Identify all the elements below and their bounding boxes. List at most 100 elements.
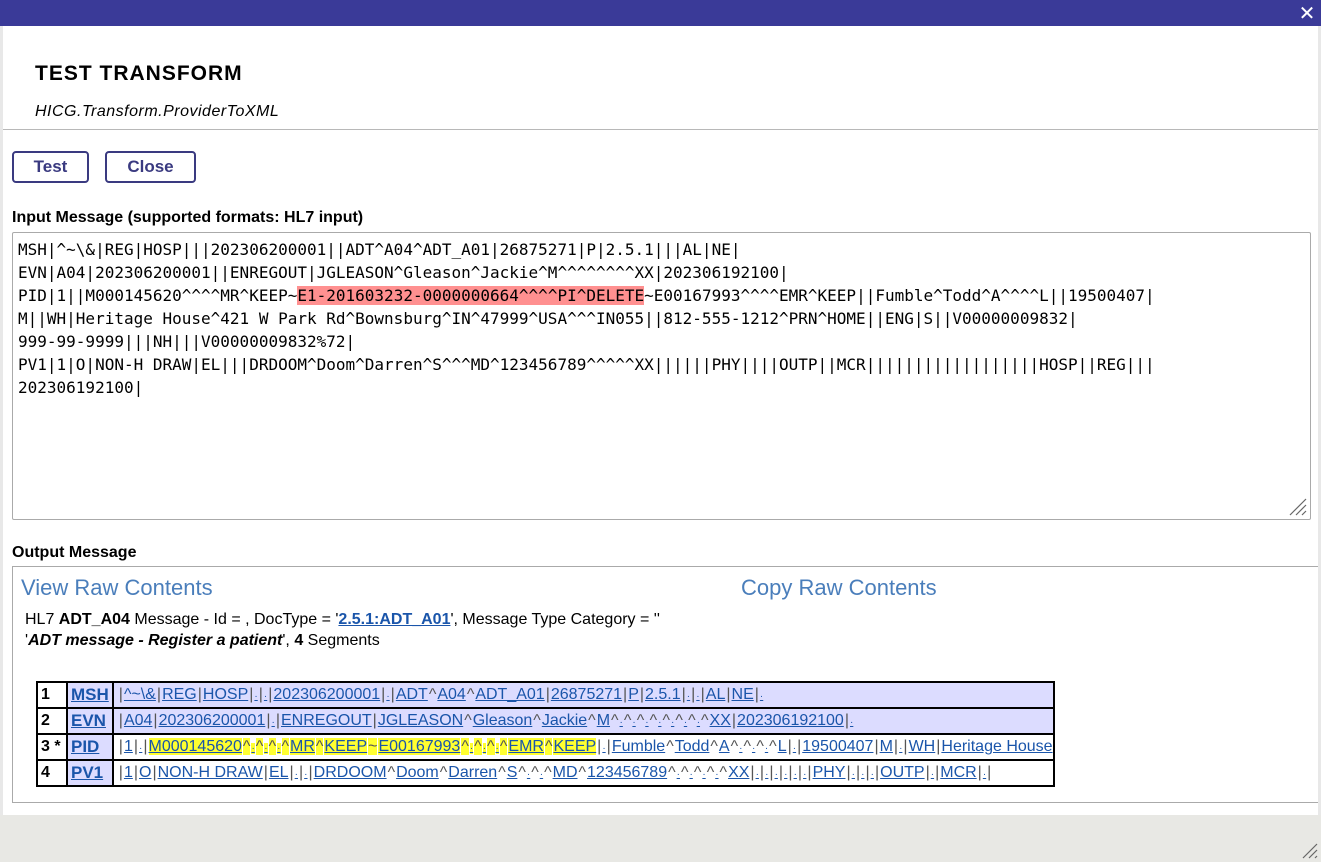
test-button[interactable]: Test — [12, 151, 89, 183]
field-value-link[interactable]: 202306200001 — [273, 686, 380, 703]
empty-field-link[interactable]: · — [739, 743, 742, 754]
field-value-link[interactable]: A04 — [437, 686, 465, 703]
close-button[interactable]: Close — [105, 151, 196, 183]
empty-field-link[interactable]: · — [264, 743, 268, 754]
field-value-link[interactable]: 26875271 — [551, 686, 622, 703]
field-value-link[interactable]: Jackie — [542, 712, 587, 729]
segment-name-link[interactable]: MSH — [71, 685, 109, 704]
view-raw-contents-link[interactable]: View Raw Contents — [21, 575, 213, 601]
field-value-link[interactable]: KEEP — [553, 738, 597, 755]
segment-name-link[interactable]: PV1 — [71, 763, 103, 782]
field-value-link[interactable]: 1 — [124, 738, 133, 755]
empty-field-link[interactable]: · — [540, 769, 543, 780]
empty-field-link[interactable]: · — [677, 769, 680, 780]
empty-field-link[interactable]: · — [386, 691, 389, 702]
field-value-link[interactable]: E00167993 — [378, 738, 461, 755]
field-value-link[interactable]: Darren — [448, 764, 497, 781]
empty-field-link[interactable]: · — [658, 717, 661, 728]
empty-field-link[interactable]: · — [702, 769, 705, 780]
empty-field-link[interactable]: · — [715, 769, 718, 780]
empty-field-link[interactable]: · — [671, 717, 674, 728]
field-value-link[interactable]: MCR — [940, 764, 976, 781]
empty-field-link[interactable]: · — [304, 769, 307, 780]
empty-field-link[interactable]: · — [899, 743, 902, 754]
field-value-link[interactable]: KEEP — [324, 738, 368, 755]
empty-field-link[interactable]: · — [527, 769, 530, 780]
empty-field-link[interactable]: · — [861, 769, 864, 780]
empty-field-link[interactable]: · — [931, 769, 934, 780]
empty-field-link[interactable]: · — [277, 743, 281, 754]
empty-field-link[interactable]: · — [687, 691, 690, 702]
field-value-link[interactable]: REG — [162, 686, 197, 703]
field-value-link[interactable]: JGLEASON — [378, 712, 463, 729]
textarea-resize-icon[interactable] — [1287, 496, 1307, 516]
field-value-link[interactable]: Todd — [675, 738, 710, 755]
input-message-textarea[interactable]: MSH|^~\&|REG|HOSP|||202306200001||ADT^A0… — [12, 232, 1311, 520]
empty-field-link[interactable]: · — [765, 743, 768, 754]
field-value-link[interactable]: DRDOOM — [314, 764, 387, 781]
close-icon[interactable]: ✕ — [1297, 1, 1317, 25]
copy-raw-contents-link[interactable]: Copy Raw Contents — [741, 575, 937, 601]
empty-field-link[interactable]: · — [139, 743, 142, 754]
empty-field-link[interactable]: · — [756, 769, 759, 780]
field-value-link[interactable]: AL — [706, 686, 726, 703]
empty-field-link[interactable]: · — [794, 769, 797, 780]
field-value-link[interactable]: Gleason — [473, 712, 533, 729]
field-value-link[interactable]: L — [778, 738, 787, 755]
empty-field-link[interactable]: · — [871, 769, 874, 780]
empty-field-link[interactable]: · — [803, 769, 806, 780]
field-value-link[interactable]: HOSP — [203, 686, 248, 703]
empty-field-link[interactable]: · — [251, 743, 255, 754]
field-value-link[interactable]: OUTP — [880, 764, 924, 781]
empty-field-link[interactable]: · — [620, 717, 623, 728]
doctype-link[interactable]: 2.5.1:ADT_A01 — [338, 611, 450, 628]
empty-field-link[interactable]: · — [983, 769, 986, 780]
field-value-link[interactable]: Fumble — [612, 738, 665, 755]
field-value-link[interactable]: A04 — [124, 712, 152, 729]
empty-field-link[interactable]: · — [632, 717, 635, 728]
field-value-link[interactable]: ADT — [396, 686, 428, 703]
field-value-link[interactable]: M — [880, 738, 893, 755]
segment-name-link[interactable]: EVN — [71, 711, 106, 730]
field-value-link[interactable]: A — [719, 738, 730, 755]
field-value-link[interactable]: 202306200001 — [159, 712, 266, 729]
empty-field-link[interactable]: · — [752, 743, 755, 754]
empty-field-link[interactable]: · — [697, 717, 700, 728]
field-value-link[interactable]: NE — [732, 686, 754, 703]
window-resize-icon[interactable] — [1300, 841, 1318, 859]
empty-field-link[interactable]: · — [602, 743, 605, 754]
input-message-text[interactable]: MSH|^~\&|REG|HOSP|||202306200001||ADT^A0… — [18, 238, 1308, 399]
field-value-link[interactable]: ENREGOUT — [281, 712, 372, 729]
field-value-link[interactable]: M000145620 — [148, 738, 242, 755]
field-value-link[interactable]: Doom — [396, 764, 439, 781]
empty-field-link[interactable]: · — [765, 769, 768, 780]
field-value-link[interactable]: EMR — [508, 738, 544, 755]
empty-field-link[interactable]: · — [295, 769, 298, 780]
segment-name-link[interactable]: PID — [71, 737, 99, 756]
field-value-link[interactable]: WH — [909, 738, 936, 755]
empty-field-link[interactable]: · — [482, 743, 487, 754]
empty-field-link[interactable]: · — [495, 743, 499, 754]
field-value-link[interactable]: NON-H DRAW — [158, 764, 263, 781]
field-value-link[interactable]: EL — [269, 764, 289, 781]
field-value-link[interactable]: ADT_A01 — [475, 686, 544, 703]
empty-field-link[interactable]: · — [689, 769, 692, 780]
empty-field-link[interactable]: · — [760, 691, 763, 702]
field-value-link[interactable]: 2.5.1 — [645, 686, 681, 703]
field-value-link[interactable]: M — [597, 712, 610, 729]
empty-field-link[interactable]: · — [254, 691, 257, 702]
empty-field-link[interactable]: · — [784, 769, 787, 780]
empty-field-link[interactable]: · — [852, 769, 855, 780]
field-value-link[interactable]: 19500407 — [802, 738, 873, 755]
empty-field-link[interactable]: · — [272, 717, 275, 728]
empty-field-link[interactable]: · — [469, 743, 474, 754]
field-value-link[interactable]: ^~\& — [124, 686, 156, 703]
field-value-link[interactable]: O — [139, 764, 151, 781]
field-value-link[interactable]: 202306192100 — [737, 712, 844, 729]
empty-field-link[interactable]: · — [793, 743, 796, 754]
empty-field-link[interactable]: · — [850, 717, 853, 728]
field-value-link[interactable]: S — [507, 764, 518, 781]
field-value-link[interactable]: P — [628, 686, 639, 703]
field-value-link[interactable]: MD — [553, 764, 578, 781]
field-value-link[interactable]: Heritage House — [941, 738, 1052, 755]
